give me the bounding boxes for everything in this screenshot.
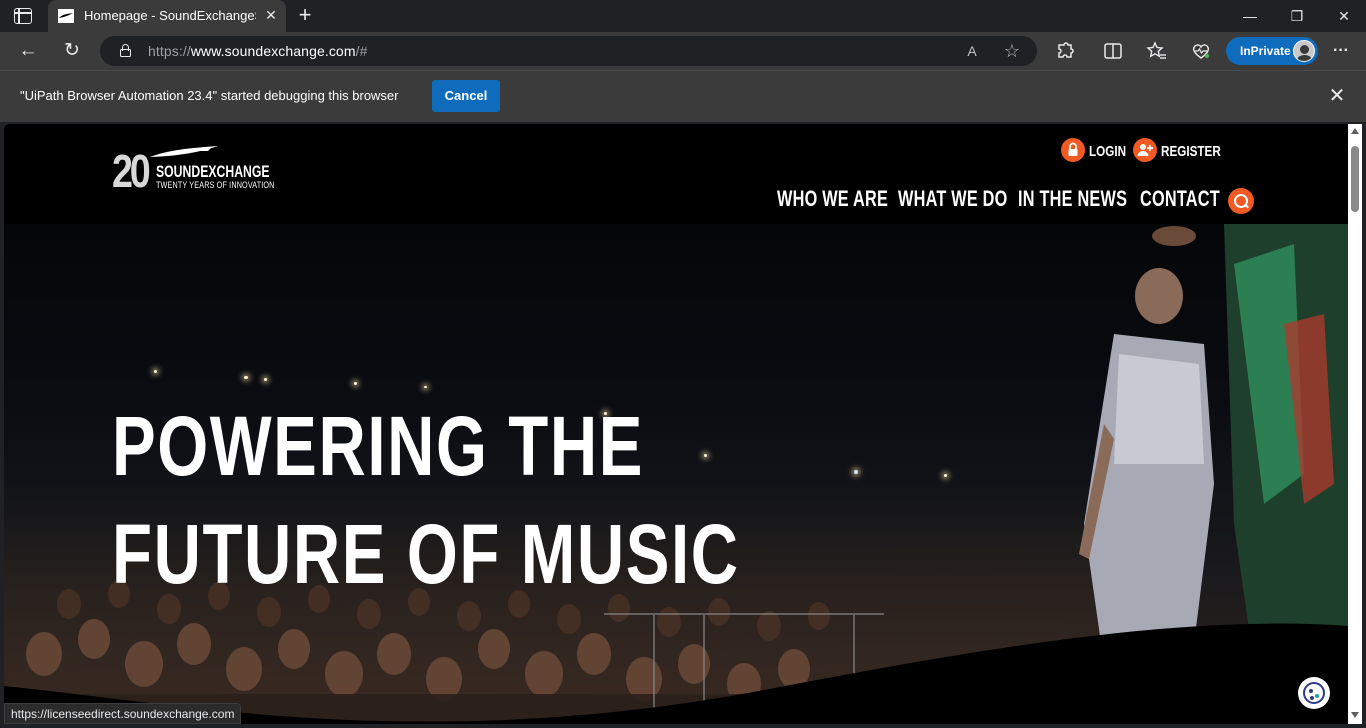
nav-in-the-news[interactable]: IN THE NEWS: [1018, 186, 1127, 212]
cookie-settings-icon[interactable]: [1298, 677, 1330, 709]
close-tab-icon[interactable]: ✕: [262, 6, 280, 24]
hero-heading: POWERING THE FUTURE OF MUSIC: [112, 392, 740, 608]
hero-heading-line1: POWERING THE: [112, 399, 644, 493]
inprivate-button[interactable]: InPrivate: [1226, 37, 1318, 65]
logo-number: 20: [112, 145, 151, 197]
window-close-icon[interactable]: ✕: [1334, 6, 1354, 26]
nav-who-we-are[interactable]: WHO WE ARE: [777, 186, 888, 212]
profile-avatar: [1293, 40, 1315, 62]
lock-icon[interactable]: [120, 44, 131, 57]
login-label: LOGIN: [1089, 143, 1127, 160]
favorite-star-icon[interactable]: ☆: [1002, 41, 1022, 61]
add-user-icon: [1133, 138, 1157, 162]
soundexchange-favicon-icon: [58, 9, 74, 23]
scroll-thumb[interactable]: [1351, 146, 1359, 212]
more-options-icon[interactable]: ···: [1330, 40, 1352, 62]
logo-wordmark: SOUNDEXCHANGE: [156, 162, 270, 181]
cancel-debugging-button[interactable]: Cancel: [432, 80, 500, 112]
status-bar-url: https://licenseedirect.soundexchange.com: [4, 703, 242, 724]
refresh-icon[interactable]: ↻: [60, 39, 84, 63]
browser-tab[interactable]: Homepage - SoundExchangeSou ✕: [48, 0, 286, 32]
debugging-infobar: "UiPath Browser Automation 23.4" started…: [0, 70, 1366, 122]
url-scheme: https://: [148, 43, 191, 59]
lock-icon: [1061, 138, 1085, 162]
nav-contact[interactable]: CONTACT: [1140, 186, 1220, 212]
search-icon[interactable]: [1228, 188, 1254, 214]
register-label: REGISTER: [1161, 143, 1221, 160]
favorites-icon[interactable]: [1146, 40, 1168, 62]
new-tab-icon[interactable]: +: [294, 4, 316, 26]
nav-what-we-do[interactable]: WHAT WE DO: [898, 186, 1008, 212]
url-text[interactable]: https://www.soundexchange.com/#: [148, 43, 367, 59]
inprivate-label: InPrivate: [1240, 44, 1291, 58]
url-path: /#: [355, 43, 368, 59]
browser-toolbar: ← ↻ https://www.soundexchange.com/# A ☆ …: [0, 32, 1366, 70]
back-icon[interactable]: ←: [16, 39, 40, 63]
logo-tagline: TWENTY YEARS OF INNOVATION: [156, 180, 275, 191]
read-aloud-icon[interactable]: A: [962, 41, 982, 61]
hero-heading-line2: FUTURE OF MUSIC: [112, 507, 740, 601]
infobar-close-icon[interactable]: ✕: [1326, 85, 1348, 107]
page-viewport: 20 SOUNDEXCHANGE TWENTY YEARS OF INNOVAT…: [4, 124, 1348, 724]
minimize-icon[interactable]: —: [1240, 6, 1260, 26]
tab-strip: Homepage - SoundExchangeSou ✕ + — ❐ ✕: [0, 0, 1366, 32]
split-screen-icon[interactable]: [1102, 40, 1124, 62]
page-scrollbar[interactable]: [1348, 124, 1362, 724]
restore-icon[interactable]: ❐: [1287, 6, 1307, 26]
address-bar[interactable]: https://www.soundexchange.com/# A ☆: [100, 36, 1037, 66]
tab-actions-icon[interactable]: [14, 8, 32, 24]
url-host: www.soundexchange.com: [190, 43, 356, 59]
extensions-icon[interactable]: [1054, 40, 1076, 62]
scroll-up-icon[interactable]: [1351, 128, 1359, 134]
infobar-message: "UiPath Browser Automation 23.4" started…: [20, 88, 399, 103]
site-header: 20 SOUNDEXCHANGE TWENTY YEARS OF INNOVAT…: [4, 124, 1348, 224]
scroll-down-icon[interactable]: [1351, 712, 1359, 718]
browser-essentials-icon[interactable]: [1190, 40, 1212, 62]
site-logo[interactable]: 20 SOUNDEXCHANGE TWENTY YEARS OF INNOVAT…: [4, 124, 284, 204]
tab-title: Homepage - SoundExchangeSou: [84, 8, 256, 23]
logo-swoosh-icon: [150, 146, 218, 157]
